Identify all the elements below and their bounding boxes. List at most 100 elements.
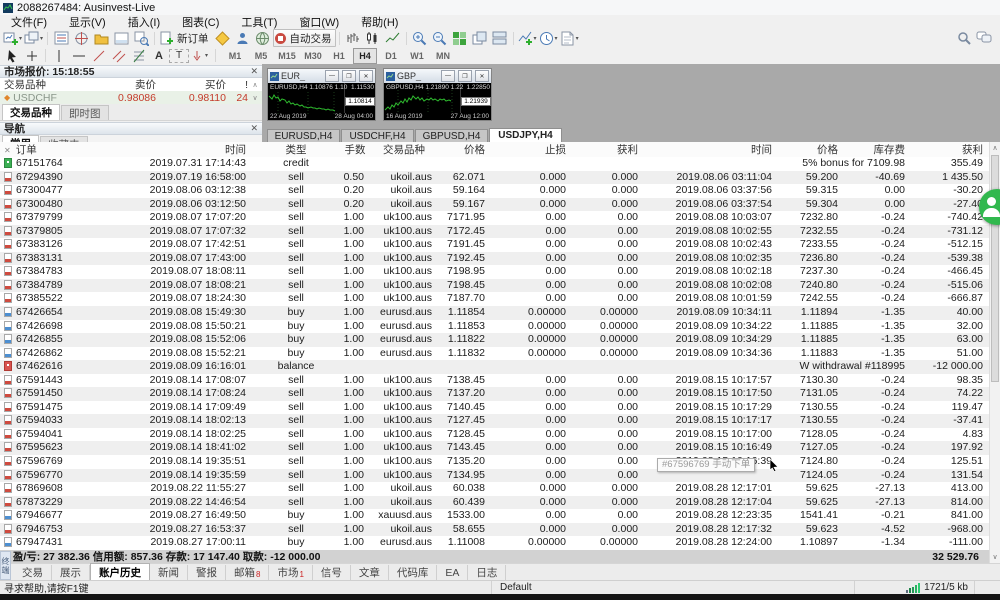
terminal-tab[interactable]: 代码库 <box>389 565 438 580</box>
history-row[interactable]: 673831262019.08.07 17:42:51sell1.00uk100… <box>0 238 989 252</box>
market-watch-tab[interactable]: 交易品种 <box>2 104 60 120</box>
col-order[interactable]: 订单 <box>16 144 37 156</box>
scroll-up-icon[interactable]: ∧ <box>248 81 262 89</box>
column-spread[interactable]: ! <box>226 79 248 91</box>
text-tool-button[interactable]: A <box>149 47 169 65</box>
history-row[interactable]: 673847832019.08.07 18:08:11sell1.00uk100… <box>0 265 989 279</box>
periods-button[interactable]: ▾ <box>538 29 559 47</box>
history-row[interactable]: 679466772019.08.27 16:49:50buy1.00xauusd… <box>0 509 989 523</box>
history-row[interactable]: 673855222019.08.07 18:24:30sell1.00uk100… <box>0 292 989 306</box>
close-icon[interactable]: ✕ <box>250 123 258 134</box>
line-chart-button[interactable] <box>383 29 403 47</box>
history-row[interactable]: 675914432019.08.14 17:08:07sell1.00uk100… <box>0 374 989 388</box>
chart-tab[interactable]: USDJPY,H4 <box>489 128 562 142</box>
timeframe-button[interactable]: H4 <box>353 48 377 64</box>
timeframe-button[interactable]: H1 <box>327 48 351 64</box>
col-swap[interactable]: 库存费 <box>844 142 911 157</box>
history-row[interactable]: 673798052019.08.07 17:07:32sell1.00uk100… <box>0 225 989 239</box>
chart-window-titlebar[interactable]: EUR_ — ❐ ✕ <box>268 69 375 83</box>
history-row[interactable]: 675940412019.08.14 18:02:25sell1.00uk100… <box>0 428 989 442</box>
history-row[interactable]: 675967692019.08.14 19:35:51sell1.00uk100… <box>0 455 989 469</box>
panel-close-icon[interactable]: ✕ <box>4 146 11 155</box>
history-row[interactable]: 673004802019.08.06 03:12:50sell0.20ukoil… <box>0 198 989 212</box>
restore-icon[interactable]: ❐ <box>458 70 472 82</box>
history-row[interactable]: 674266542019.08.08 15:49:30buy1.00eurusd… <box>0 306 989 320</box>
col-type[interactable]: 类型 <box>252 142 340 157</box>
terminal-tab[interactable]: 交易 <box>14 565 52 580</box>
profiles-button[interactable]: ▾ <box>23 29 44 47</box>
autotrading-button[interactable]: 自动交易 <box>273 29 336 47</box>
arrows-tool-button[interactable]: ▾ <box>189 47 209 65</box>
history-row[interactable]: 675956232019.08.14 18:41:02sell1.00uk100… <box>0 441 989 455</box>
chart-tab[interactable]: GBPUSD,H4 <box>415 129 488 142</box>
menu-item[interactable]: 图表(C) <box>171 15 230 29</box>
status-connection[interactable]: 1721/5 kb <box>855 581 975 594</box>
timeframe-button[interactable]: W1 <box>405 48 429 64</box>
candlestick-button[interactable] <box>363 29 383 47</box>
col-open-time[interactable]: 时间 <box>130 142 252 157</box>
terminal-tab[interactable]: 日志 <box>468 565 506 580</box>
close-icon[interactable]: ✕ <box>359 70 373 82</box>
history-row[interactable]: 675940332019.08.14 18:02:13sell1.00uk100… <box>0 414 989 428</box>
market-watch-row[interactable]: ◆USDCHF 0.98086 0.98110 24 ∨ <box>0 91 262 104</box>
templates-button[interactable]: ▾ <box>559 29 580 47</box>
new-order-button[interactable]: 新订单 <box>158 29 213 47</box>
history-row[interactable]: 673847892019.08.07 18:08:21sell1.00uk100… <box>0 279 989 293</box>
history-row[interactable]: 678696082019.08.22 11:55:27sell1.00ukoil… <box>0 482 989 496</box>
minimize-icon[interactable]: — <box>325 70 339 82</box>
chart-tab[interactable]: EURUSD,H4 <box>267 129 340 142</box>
navigator-toggle-button[interactable] <box>91 29 111 47</box>
history-row[interactable]: 674626162019.08.09 16:16:01balanceW with… <box>0 360 989 374</box>
col-open-price[interactable]: 价格 <box>438 142 491 157</box>
terminal-tab[interactable]: 信号 <box>313 565 351 580</box>
menu-item[interactable]: 窗口(W) <box>288 15 350 29</box>
market-watch-tab[interactable]: 即时图 <box>61 105 109 120</box>
menu-item[interactable]: 文件(F) <box>0 15 58 29</box>
col-close-price[interactable]: 价格 <box>778 142 844 157</box>
tile-horizontal-button[interactable] <box>490 29 510 47</box>
zoom-in-button[interactable] <box>410 29 430 47</box>
menu-item[interactable]: 插入(I) <box>117 15 171 29</box>
chevron-down-icon[interactable]: ▾ <box>19 35 22 42</box>
bar-chart-button[interactable] <box>343 29 363 47</box>
history-row[interactable]: 675967702019.08.14 19:35:59sell1.00uk100… <box>0 469 989 483</box>
horizontal-line-tool-button[interactable] <box>69 47 89 65</box>
cursor-tool-button[interactable] <box>2 47 22 65</box>
history-row[interactable]: 674268552019.08.08 15:52:06buy1.00eurusd… <box>0 333 989 347</box>
minimize-icon[interactable]: — <box>441 70 455 82</box>
indicators-button[interactable]: ▾ <box>517 29 538 47</box>
timeframe-button[interactable]: D1 <box>379 48 403 64</box>
chevron-down-icon[interactable]: ▾ <box>205 52 208 59</box>
history-row[interactable]: 674266982019.08.08 15:50:21buy1.00eurusd… <box>0 320 989 334</box>
column-bid[interactable]: 卖价 <box>86 77 156 92</box>
col-symbol[interactable]: 交易品种 <box>370 142 438 157</box>
crosshair-tool-button[interactable] <box>22 47 42 65</box>
col-tp[interactable]: 获利 <box>572 142 644 157</box>
trendline-tool-button[interactable] <box>89 47 109 65</box>
close-icon[interactable]: ✕ <box>475 70 489 82</box>
new-chart-button[interactable]: ▾ <box>2 29 23 47</box>
terminal-tab[interactable]: 市场1 <box>269 565 312 580</box>
history-row[interactable]: 671517642019.07.31 17:14:43credit5% bonu… <box>0 157 989 171</box>
chart-canvas[interactable]: EURUSD,H4 1.10876 1.10 1.11530 1.10814 2… <box>268 83 375 120</box>
chevron-down-icon[interactable]: ▾ <box>576 35 579 42</box>
timeframe-button[interactable]: MN <box>431 48 455 64</box>
col-lots[interactable]: 手数 <box>340 142 370 157</box>
col-profit[interactable]: 获利 <box>911 142 989 157</box>
chart-canvas[interactable]: GBPUSD,H4 1.21890 1.22 1.22850 1.21939 1… <box>384 83 491 120</box>
timeframe-button[interactable]: M30 <box>301 48 325 64</box>
history-row[interactable]: 673797992019.08.07 17:07:20sell1.00uk100… <box>0 211 989 225</box>
chart-window-titlebar[interactable]: GBP_ — ❐ ✕ <box>384 69 491 83</box>
history-row[interactable]: 673004772019.08.06 03:12:38sell0.20ukoil… <box>0 184 989 198</box>
data-window-toggle-button[interactable] <box>71 29 91 47</box>
terminal-tab[interactable]: 展示 <box>52 565 90 580</box>
menu-item[interactable]: 帮助(H) <box>350 15 409 29</box>
cascade-windows-button[interactable] <box>470 29 490 47</box>
chart-tab[interactable]: USDCHF,H4 <box>341 129 414 142</box>
terminal-tab[interactable]: 文章 <box>351 565 389 580</box>
scroll-up-icon[interactable]: ∧ <box>990 142 1000 153</box>
history-row[interactable]: 679474312019.08.27 17:00:11buy1.00eurusd… <box>0 536 989 550</box>
search-button[interactable] <box>954 29 974 47</box>
timeframe-button[interactable]: M1 <box>223 48 247 64</box>
strategy-tester-button[interactable] <box>131 29 151 47</box>
